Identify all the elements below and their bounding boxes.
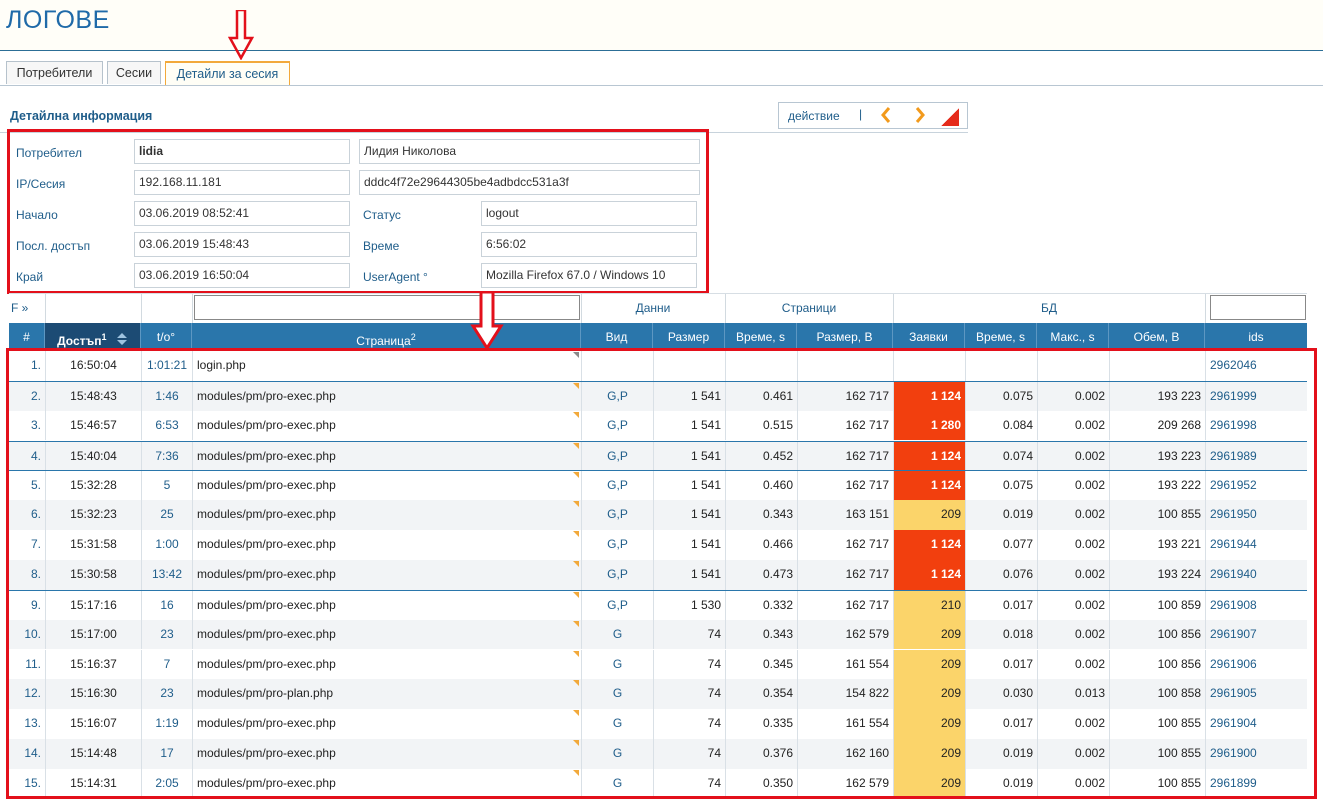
col-num-label: # [23,330,30,344]
col-requests-label: Заявки [909,330,948,344]
group-separator [141,294,142,324]
tab-users[interactable]: Потребители [6,61,103,84]
col-kind-label: Вид [605,330,628,344]
col-size[interactable]: Размер [653,323,725,351]
group-data: Данни [635,301,671,315]
col-timeout-label: t/o° [156,330,176,344]
group-separator [45,294,46,324]
group-separator [1205,294,1206,324]
col-time-label: Време, s [736,330,785,344]
red-corner-icon[interactable] [941,108,959,126]
annotation-arrow-down [228,10,254,60]
chevron-left-icon[interactable] [879,106,893,129]
toolbar-separator: | [859,107,863,121]
col-max-label: Макс., s [1050,330,1095,344]
col-volume[interactable]: Обем, B [1109,323,1205,351]
chevron-right-icon[interactable] [913,106,927,129]
col-ids-label: ids [1248,330,1264,344]
highlight-box-table [6,348,1317,799]
col-access[interactable]: Достъп1 [45,323,141,351]
tab-session-details[interactable]: Детайли за сесия [165,61,290,86]
filter-toggle[interactable]: F » [11,294,41,323]
action-menu[interactable]: действие [788,109,840,123]
annotation-arrow-down [470,292,504,351]
app-title: ЛОГОВЕ [6,6,110,34]
group-separator [192,294,193,324]
col-page-label: Страница [356,334,411,348]
col-access-label: Достъп [57,334,102,348]
col-ids[interactable]: ids [1205,323,1307,351]
col-num[interactable]: # [9,323,45,351]
col-volume-label: Обем, B [1133,330,1180,344]
col-db-time[interactable]: Време, s [965,323,1037,351]
col-time[interactable]: Време, s [725,323,797,351]
col-size-b[interactable]: Размер, B [797,323,893,351]
col-max[interactable]: Макс., s [1037,323,1109,351]
col-size-label: Размер [667,330,710,344]
col-kind[interactable]: Вид [581,323,653,351]
col-size-b-label: Размер, B [816,330,873,344]
tab-underline [0,85,1323,86]
table-group-header: F » Данни Страници БД [9,293,1307,325]
col-timeout[interactable]: t/o° [141,323,192,351]
col-db-time-label: Време, s [976,330,1025,344]
col-access-sup: 1 [101,332,107,342]
page-filter-input[interactable] [194,295,580,320]
col-page[interactable]: Страница2 [192,323,581,351]
action-toolbar: действие | [778,102,968,129]
ids-filter-input[interactable] [1210,295,1306,320]
col-requests[interactable]: Заявки [893,323,965,351]
group-pages: Страници [781,301,837,315]
col-page-sup: 2 [410,332,416,342]
section-title: Детайлна информация [10,109,153,123]
app-header: ЛОГОВЕ [0,0,1323,51]
tab-sessions[interactable]: Сесии [107,61,161,84]
highlight-box-details [7,129,709,294]
group-db: БД [1040,301,1057,315]
table-header: # Достъп1 t/o° Страница2 Вид Размер Врем… [9,323,1307,351]
